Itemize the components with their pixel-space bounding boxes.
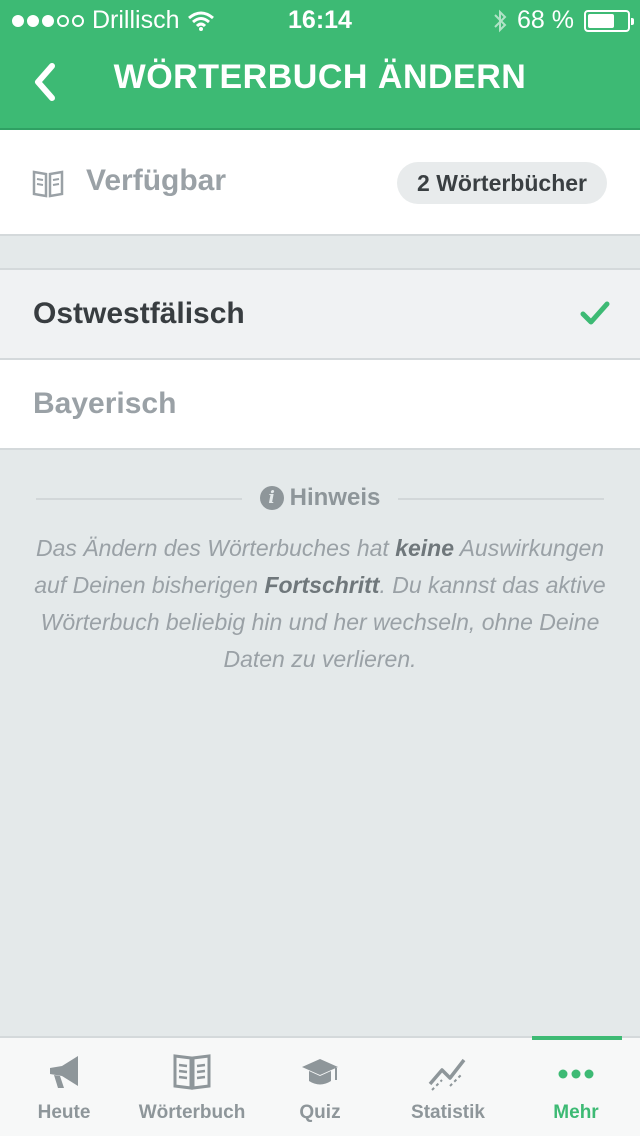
hint-title: i Hinweis bbox=[0, 484, 640, 512]
battery-percent: 68 % bbox=[517, 6, 574, 34]
book-icon bbox=[173, 1054, 211, 1090]
available-label: Verfügbar bbox=[86, 164, 227, 197]
status-bar: Drillisch 16:14 68 % bbox=[0, 0, 640, 40]
tab-heute[interactable]: Heute bbox=[0, 1038, 128, 1136]
chart-line-icon bbox=[428, 1058, 466, 1091]
tab-bar: Heute Wörterbuch Quiz Statistik Mehr bbox=[0, 1036, 640, 1136]
hint-text: Das Ändern des Wörterbuches hat keine Au… bbox=[34, 535, 606, 672]
dictionary-item-label: Bayerisch bbox=[33, 387, 177, 420]
tab-mehr[interactable]: Mehr bbox=[512, 1038, 640, 1136]
bluetooth-icon bbox=[494, 9, 507, 32]
dictionary-count-badge: 2 Wörterbücher bbox=[397, 162, 607, 204]
dictionary-item-bayerisch[interactable]: Bayerisch bbox=[0, 360, 640, 450]
battery-icon bbox=[584, 9, 634, 32]
info-icon: i bbox=[259, 486, 284, 510]
graduation-cap-icon bbox=[302, 1059, 338, 1085]
book-icon bbox=[32, 170, 64, 198]
hint-section: i Hinweis Das Ändern des Wörterbuches hat… bbox=[0, 480, 640, 678]
dictionary-list: Ostwestfälisch Bayerisch bbox=[0, 268, 640, 450]
tab-quiz[interactable]: Quiz bbox=[256, 1038, 384, 1136]
dictionary-item-ostwestfaelisch[interactable]: Ostwestfälisch bbox=[0, 270, 640, 360]
page-title: WÖRTERBUCH ÄNDERN bbox=[113, 58, 527, 96]
more-dots-icon bbox=[558, 1069, 594, 1079]
dictionary-item-label: Ostwestfälisch bbox=[33, 297, 245, 330]
checkmark-icon bbox=[580, 301, 610, 325]
tab-statistik[interactable]: Statistik bbox=[384, 1038, 512, 1136]
available-dictionaries-row: Verfügbar 2 Wörterbücher bbox=[0, 130, 640, 236]
tab-woerterbuch[interactable]: Wörterbuch bbox=[128, 1038, 256, 1136]
megaphone-icon bbox=[50, 1056, 78, 1088]
header-bar: Drillisch 16:14 68 % WÖRTERBUCH ÄNDERN bbox=[0, 0, 640, 130]
